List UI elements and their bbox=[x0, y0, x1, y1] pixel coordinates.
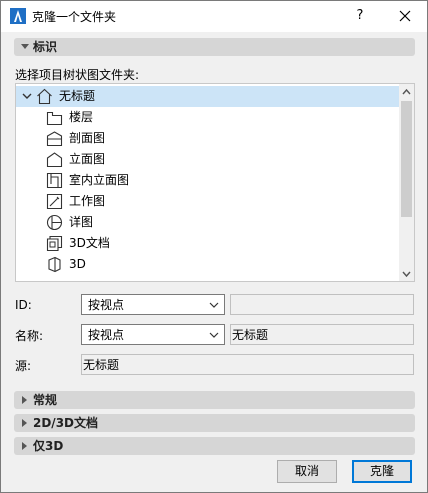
section-general[interactable]: 常规 bbox=[14, 391, 415, 409]
scrollbar-thumb[interactable] bbox=[401, 101, 412, 217]
3d-document-icon bbox=[46, 235, 63, 252]
interior-elevation-icon bbox=[46, 172, 63, 189]
source-field: 无标题 bbox=[81, 354, 414, 375]
title-bar[interactable]: 克隆一个文件夹 ? bbox=[1, 1, 427, 32]
elevation-icon bbox=[46, 152, 63, 168]
tree-item-label: 3D文档 bbox=[69, 236, 110, 250]
tree-item-stories[interactable]: 楼层 bbox=[16, 107, 400, 128]
project-tree[interactable]: 无标题 楼层 剖面图 立面图 室内立面图 工作图 详图 3D文档 3D bbox=[15, 83, 415, 282]
source-field-value: 无标题 bbox=[83, 358, 120, 372]
story-icon bbox=[46, 111, 63, 126]
id-label: ID: bbox=[15, 298, 32, 312]
section-identify-label: 标识 bbox=[33, 40, 58, 54]
source-label: 源: bbox=[15, 359, 32, 373]
tree-item-elevations[interactable]: 立面图 bbox=[16, 149, 400, 170]
archicad-app-icon bbox=[10, 8, 26, 24]
name-label: 名称: bbox=[15, 329, 44, 343]
clone-folder-dialog: 克隆一个文件夹 ? 标识 选择项目树状图文件夹: 无标题 楼层 剖面图 立面图 … bbox=[0, 0, 428, 493]
expand-triangle-icon bbox=[22, 442, 27, 450]
detail-icon bbox=[46, 214, 63, 231]
tree-item-root[interactable]: 无标题 bbox=[16, 86, 400, 107]
name-select-value: 按视点 bbox=[88, 328, 125, 342]
section-2d3d-document[interactable]: 2D/3D文档 bbox=[14, 414, 415, 432]
id-select-value: 按视点 bbox=[88, 298, 125, 312]
chevron-down-icon[interactable] bbox=[21, 90, 33, 102]
scroll-up-icon[interactable] bbox=[402, 88, 411, 96]
section-2d3d-document-label: 2D/3D文档 bbox=[33, 416, 99, 430]
tree-item-interior-elevations[interactable]: 室内立面图 bbox=[16, 170, 400, 191]
tree-item-3d-documents[interactable]: 3D文档 bbox=[16, 233, 400, 254]
section-only-3d[interactable]: 仅3D bbox=[14, 437, 415, 455]
tree-item-sections[interactable]: 剖面图 bbox=[16, 128, 400, 149]
id-select[interactable]: 按视点 bbox=[81, 294, 225, 315]
tree-item-label: 详图 bbox=[69, 215, 94, 229]
home-icon bbox=[37, 88, 52, 105]
section-icon bbox=[46, 131, 63, 147]
tree-item-label: 立面图 bbox=[69, 152, 106, 166]
3d-icon bbox=[48, 256, 61, 273]
section-identify[interactable]: 标识 bbox=[14, 38, 415, 56]
window-title: 克隆一个文件夹 bbox=[32, 10, 117, 24]
help-button[interactable]: ? bbox=[349, 6, 371, 26]
tree-caption: 选择项目树状图文件夹: bbox=[15, 68, 140, 82]
tree-item-3d[interactable]: 3D bbox=[16, 254, 400, 275]
worksheet-icon bbox=[46, 193, 63, 210]
tree-item-label: 3D bbox=[69, 257, 86, 271]
tree-item-label: 工作图 bbox=[69, 194, 106, 208]
tree-item-label: 室内立面图 bbox=[69, 173, 130, 187]
id-field bbox=[230, 294, 414, 315]
tree-item-details[interactable]: 详图 bbox=[16, 212, 400, 233]
scroll-down-icon[interactable] bbox=[402, 270, 411, 278]
collapse-triangle-icon bbox=[21, 44, 29, 49]
section-only-3d-label: 仅3D bbox=[33, 439, 64, 453]
expand-triangle-icon bbox=[22, 419, 27, 427]
section-general-label: 常规 bbox=[33, 393, 58, 407]
name-field: 无标题 bbox=[230, 324, 414, 345]
tree-item-label: 剖面图 bbox=[69, 131, 106, 145]
tree-scrollbar[interactable] bbox=[399, 84, 414, 281]
tree-item-label: 楼层 bbox=[69, 110, 94, 124]
chevron-down-icon bbox=[209, 302, 219, 308]
name-select[interactable]: 按视点 bbox=[81, 324, 225, 345]
tree-item-label: 无标题 bbox=[59, 89, 96, 103]
close-icon[interactable] bbox=[394, 6, 416, 26]
expand-triangle-icon bbox=[22, 396, 27, 404]
tree-item-worksheets[interactable]: 工作图 bbox=[16, 191, 400, 212]
name-field-value: 无标题 bbox=[232, 328, 269, 342]
cancel-button[interactable]: 取消 bbox=[277, 460, 337, 483]
clone-button[interactable]: 克隆 bbox=[352, 460, 412, 483]
chevron-down-icon bbox=[209, 332, 219, 338]
